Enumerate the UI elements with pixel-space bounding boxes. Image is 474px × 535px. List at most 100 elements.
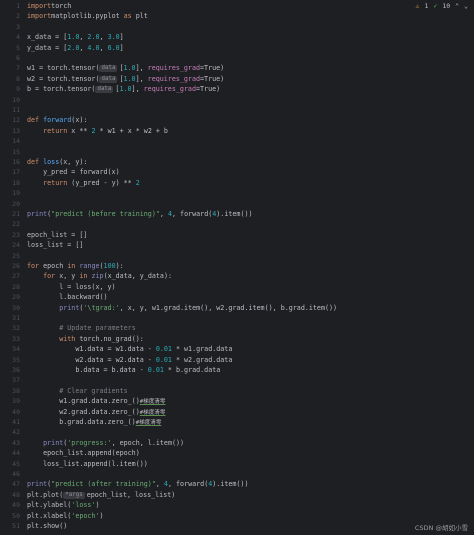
code-line[interactable]: y_pred = forward(x) bbox=[27, 167, 120, 177]
code-line[interactable]: w1.grad.data.zero_()#梯度清零 bbox=[27, 396, 165, 406]
line-number: 49 bbox=[12, 501, 20, 510]
code-line[interactable]: l = loss(x, y) bbox=[27, 282, 115, 292]
code-line[interactable]: w2.data = w2.data - 0.01 * w2.grad.data bbox=[27, 355, 232, 365]
code-comment: #梯度清零 bbox=[139, 399, 166, 406]
code-line[interactable]: w2 = torch.tensor(data [1.0], requires_gr… bbox=[27, 74, 224, 84]
code-token: 1.0 bbox=[123, 64, 136, 73]
code-token: requires_grad bbox=[147, 74, 201, 83]
code-area[interactable]: importtorch importmatplotlib.pyplot as pl… bbox=[27, 0, 467, 535]
code-token: , bbox=[159, 210, 168, 218]
line-number: 36 bbox=[12, 366, 20, 374]
code-token: 'epoch' bbox=[71, 511, 100, 520]
code-token: ) bbox=[99, 511, 104, 520]
code-line[interactable]: b.data = b.data - 0.01 * b.grad.data bbox=[27, 365, 220, 375]
code-line[interactable]: l.backward() bbox=[27, 292, 108, 302]
code-token: plt.xlabel( bbox=[27, 511, 72, 520]
code-line[interactable]: return x ** 2 * w1 + x * w2 + b bbox=[27, 126, 168, 136]
line-number: 23 bbox=[12, 230, 20, 239]
code-line[interactable]: importtorch bbox=[27, 1, 71, 11]
code-token: requires_grad bbox=[143, 85, 196, 94]
code-token: print bbox=[27, 210, 48, 218]
code-line[interactable]: for epoch in range(100): bbox=[27, 261, 124, 271]
code-line[interactable]: x_data = [1.0, 2.0, 3.0] bbox=[27, 32, 124, 42]
code-line[interactable]: return (y_pred - y) ** 2 bbox=[27, 178, 140, 188]
code-line[interactable]: # Clear gradients bbox=[27, 386, 127, 396]
line-number: 42 bbox=[12, 428, 20, 437]
code-line[interactable]: def forward(x): bbox=[27, 115, 87, 125]
code-token: l.backward() bbox=[27, 293, 108, 302]
code-token: matplotlib.pyplot bbox=[51, 12, 124, 21]
code-line[interactable]: plt.ylabel('loss') bbox=[27, 500, 100, 510]
code-line[interactable]: b = torch.tensor(data [1.0], requires_gra… bbox=[27, 84, 220, 94]
code-token: 1.0 bbox=[123, 74, 136, 83]
line-number: 41 bbox=[12, 418, 20, 426]
code-line[interactable]: print("predict (after training)", 4, for… bbox=[27, 479, 249, 489]
line-number: 44 bbox=[12, 449, 20, 458]
code-token: (y_pred - y) ** bbox=[67, 178, 136, 187]
code-line[interactable]: plt.show() bbox=[27, 521, 67, 531]
code-token: return bbox=[43, 126, 68, 135]
code-token: 1.0 bbox=[119, 85, 132, 94]
code-token: ).item()) bbox=[216, 210, 253, 218]
line-number: 2 bbox=[16, 12, 20, 21]
code-line[interactable]: print("predict (before training)", 4, fo… bbox=[27, 209, 253, 219]
code-line[interactable]: w1.data = w1.data - 0.01 * w1.grad.data bbox=[27, 344, 232, 354]
code-token: loss_list.append(l.item()) bbox=[27, 459, 148, 468]
code-line[interactable]: loss_list.append(l.item()) bbox=[27, 459, 148, 469]
code-token: with bbox=[59, 334, 76, 343]
code-token: plt.show() bbox=[27, 522, 68, 530]
code-line[interactable]: plt.plot(*args epoch_list, loss_list) bbox=[27, 490, 175, 500]
line-number: 16 bbox=[12, 158, 20, 166]
line-number: 1 bbox=[16, 2, 20, 10]
code-token: print bbox=[43, 438, 64, 447]
code-line[interactable]: with torch.no_grad(): bbox=[27, 334, 144, 344]
code-line[interactable]: print('\tgrad:', x, y, w1.grad.item(), w… bbox=[27, 303, 337, 313]
code-line[interactable]: print('progress:', epoch, l.item()) bbox=[27, 438, 184, 448]
line-number: 17 bbox=[12, 168, 20, 177]
code-line[interactable]: w1 = torch.tensor(data [1.0], requires_gr… bbox=[27, 63, 224, 73]
code-token: loss_list = [] bbox=[27, 241, 84, 250]
watermark: CSDN @胡如小雪 bbox=[414, 524, 468, 532]
line-number-gutter: 1 2 3 4 5 6 7 8 9 10 11 12 13 14 15 16 17 18 19 20 21 22 23 24 2… bbox=[0, 0, 24, 535]
code-line[interactable]: importmatplotlib.pyplot as plt bbox=[27, 11, 148, 21]
code-token: torch bbox=[51, 2, 72, 10]
line-number: 35 bbox=[12, 355, 20, 364]
code-token: y_pred = forward(x) bbox=[27, 168, 120, 177]
code-token: , x, y, w1.grad.item(), w2.grad.item(), … bbox=[119, 303, 338, 312]
code-token: w1.data = w1.data - bbox=[27, 345, 156, 354]
code-line[interactable]: for x, y in zip(x_data, y_data): bbox=[27, 271, 172, 281]
line-number: 33 bbox=[12, 334, 20, 343]
code-editor[interactable]: 1 2 3 4 5 6 7 8 9 10 11 12 13 14 15 16 17 18 19 20 21 22 23 24 2… bbox=[0, 0, 474, 535]
line-number: 51 bbox=[12, 522, 20, 530]
chevron-up-icon[interactable]: ⌃ bbox=[455, 2, 459, 10]
code-token: 0.01 bbox=[155, 345, 172, 354]
line-number: 48 bbox=[12, 490, 20, 499]
code-token: (x): bbox=[71, 116, 88, 125]
code-line[interactable]: def loss(x, y): bbox=[27, 157, 87, 167]
warning-triangle-icon[interactable]: ⚠ bbox=[416, 2, 420, 10]
code-line[interactable]: loss_list = [] bbox=[27, 240, 83, 250]
code-line[interactable]: y_data = [2.0, 4.0, 6.0] bbox=[27, 43, 124, 53]
code-line[interactable]: b.grad.data.zero_()#梯度清零 bbox=[27, 417, 161, 427]
chevron-down-icon[interactable]: ⌄ bbox=[464, 2, 468, 10]
line-number: 3 bbox=[16, 22, 20, 31]
line-number: 21 bbox=[12, 210, 20, 218]
code-token: , bbox=[155, 480, 164, 489]
line-number: 32 bbox=[12, 324, 20, 333]
line-number: 9 bbox=[16, 85, 20, 94]
code-token: 0.01 bbox=[155, 355, 172, 364]
line-number: 29 bbox=[12, 293, 20, 302]
code-line[interactable]: epoch_list.append(epoch) bbox=[27, 448, 140, 458]
code-line[interactable]: plt.xlabel('epoch') bbox=[27, 511, 104, 521]
code-line[interactable]: w2.grad.data.zero_()#梯度清零 bbox=[27, 407, 165, 417]
line-number: 20 bbox=[12, 199, 20, 208]
checkmark-icon[interactable]: ✓ bbox=[433, 2, 437, 10]
code-token: ] bbox=[119, 43, 124, 52]
code-line[interactable]: # Update parameters bbox=[27, 323, 136, 333]
inspection-status[interactable]: ⚠ 1 ✓ 10 ⌃ ⌄ bbox=[416, 2, 468, 10]
code-line[interactable]: epoch_list = [] bbox=[27, 230, 87, 240]
code-token: epoch_list.append(epoch) bbox=[27, 449, 140, 458]
